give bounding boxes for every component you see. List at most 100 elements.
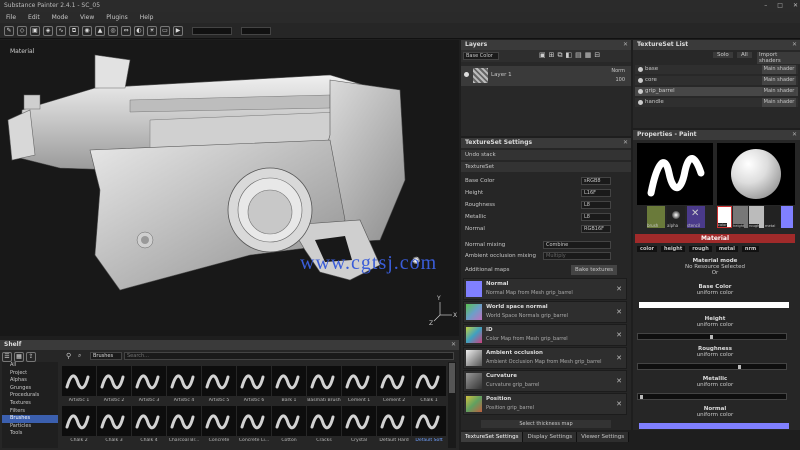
close-button[interactable]: ✕ [793, 0, 798, 12]
projection-icon[interactable]: ▣ [30, 25, 40, 36]
import-shaders-button[interactable]: Import shaders [757, 52, 800, 64]
brush-item[interactable]: Concrete Li... [237, 406, 271, 448]
toolbar-value-field[interactable] [192, 26, 232, 35]
textureset-section[interactable]: TextureSet [461, 162, 631, 172]
category-brushes[interactable]: Brushes [2, 415, 58, 423]
panel-close-icon[interactable]: ✕ [623, 40, 628, 50]
alpha-thumb[interactable]: alpha [667, 206, 685, 228]
layer-tools-icons[interactable]: ▣⊞⧉◧▤▦⊟ [539, 51, 603, 60]
brush-item[interactable]: Basmati Brush [307, 366, 341, 408]
grid-view-icon[interactable]: ▦ [14, 352, 24, 362]
color-thumb[interactable]: color [717, 206, 732, 228]
all-button[interactable]: All [737, 52, 752, 58]
brush-item[interactable]: Artistic 1 [62, 366, 96, 408]
category-filters[interactable]: Filters [2, 408, 58, 416]
bake-textures-button[interactable]: Bake textures [571, 265, 617, 275]
height-slider[interactable] [637, 333, 787, 340]
shader-dropdown[interactable]: Main shader [762, 76, 796, 85]
brush-item[interactable]: Cotton [272, 406, 306, 448]
menu-edit[interactable]: Edit [28, 12, 40, 23]
brush-preview[interactable] [637, 143, 713, 205]
stencil-thumb[interactable]: ✕ stencil [687, 206, 705, 228]
channel-format-dropdown[interactable]: L8 [581, 201, 611, 209]
menu-view[interactable]: View [80, 12, 94, 23]
import-icon[interactable]: ⇪ [26, 352, 36, 362]
menu-plugins[interactable]: Plugins [106, 12, 128, 23]
erase-icon[interactable]: ◇ [17, 25, 27, 36]
category-alphas[interactable]: Alphas [2, 377, 58, 385]
list-view-icon[interactable]: ☰ [2, 352, 12, 362]
brush-item[interactable]: Artistic 5 [202, 366, 236, 408]
ao-mixing-dropdown[interactable]: Multiply [543, 252, 611, 260]
shader-dropdown[interactable]: Main shader [762, 65, 796, 74]
remove-map-icon[interactable]: ✕ [616, 308, 622, 316]
brush-item[interactable]: Bark 1 [272, 366, 306, 408]
map-item-curvature[interactable]: Curvature Curvature grip_barrel ✕ [463, 370, 627, 392]
visibility-icon[interactable] [464, 72, 469, 77]
map-item-id[interactable]: ID Color Map from Mesh grip_barrel ✕ [463, 324, 627, 346]
clone-icon[interactable]: ⧉ [69, 25, 79, 36]
layer-row[interactable]: Layer 1 Norm 100 [461, 66, 631, 86]
panel-close-icon[interactable]: ✕ [792, 40, 797, 50]
brush-item[interactable]: Artistic 6 [237, 366, 271, 408]
remove-map-icon[interactable]: ✕ [616, 354, 622, 362]
category-all[interactable]: All [2, 362, 58, 370]
map-item-normal[interactable]: Normal Normal Map from Mesh grip_barrel ✕ [463, 278, 627, 300]
panel-close-icon[interactable]: ✕ [792, 130, 797, 140]
smudge-icon[interactable]: ∿ [56, 25, 66, 36]
category-particles[interactable]: Particles [2, 423, 58, 431]
solo-button[interactable]: Solo [713, 52, 733, 58]
textureset-row-grip-barrel[interactable]: grip_barrel Main shader [635, 87, 798, 96]
brush-item[interactable]: Default Soft [412, 406, 446, 448]
panel-close-icon[interactable]: ✕ [623, 138, 628, 148]
material-preview[interactable] [717, 143, 795, 205]
category-textures[interactable]: Textures [2, 400, 58, 408]
textureset-row-base[interactable]: base Main shader [635, 65, 798, 74]
metal-thumb[interactable]: metal [765, 206, 780, 228]
map-item-world-space-normal[interactable]: World space normal World Space Normals gr… [463, 301, 627, 323]
panel-close-icon[interactable]: ✕ [451, 340, 456, 350]
remove-map-icon[interactable]: ✕ [616, 400, 622, 408]
shader-dropdown[interactable]: Main shader [762, 87, 796, 96]
toggle-color[interactable]: color [637, 246, 658, 252]
render-icon[interactable]: ▶ [173, 25, 183, 36]
base-color-swatch[interactable] [639, 302, 789, 308]
select-thickness-map-button[interactable]: Select thickness map [481, 420, 611, 428]
toggle-rough[interactable]: rough [689, 246, 712, 252]
brush-item[interactable]: Default Hard [377, 406, 411, 448]
brushes-filter-chip[interactable]: Brushes [90, 352, 122, 360]
shader-dropdown[interactable]: Main shader [762, 98, 796, 107]
channel-dropdown[interactable]: Base Color [463, 52, 499, 60]
map-item-ambient-occlusion[interactable]: Ambient occlusion Ambient Occlusion Map f… [463, 347, 627, 369]
layer-name[interactable]: Layer 1 [491, 72, 512, 78]
category-project[interactable]: Project [2, 370, 58, 378]
material-section-header[interactable]: Material [635, 234, 795, 243]
brush-item[interactable]: Artistic 3 [132, 366, 166, 408]
lighting-icon[interactable]: ☀ [147, 25, 157, 36]
toolbar-slider-field[interactable] [241, 26, 271, 35]
remove-map-icon[interactable]: ✕ [616, 331, 622, 339]
remove-map-icon[interactable]: ✕ [616, 377, 622, 385]
tab-textureset-settings[interactable]: TextureSet Settings [461, 432, 524, 442]
brush-thumb[interactable]: brush [647, 206, 665, 228]
nrm-thumb[interactable] [781, 206, 793, 228]
category-procedurals[interactable]: Procedurals [2, 392, 58, 400]
minimize-button[interactable]: – [764, 0, 767, 12]
shelf-search-input[interactable] [124, 352, 454, 360]
brush-item[interactable]: Concrete [202, 406, 236, 448]
layer-opacity[interactable]: 100 [615, 77, 625, 83]
brush-item[interactable]: Cement 1 [342, 366, 376, 408]
brush-item[interactable]: Chalk 4 [132, 406, 166, 448]
material-picker-icon[interactable]: ◉ [82, 25, 92, 36]
brush-item[interactable]: Artistic 4 [167, 366, 201, 408]
polygon-fill-icon[interactable]: ▲ [95, 25, 105, 36]
brush-item[interactable]: Charcoal Br... [167, 406, 201, 448]
toggle-metal[interactable]: metal [715, 246, 738, 252]
tab-viewer-settings[interactable]: Viewer Settings [577, 432, 630, 442]
menu-file[interactable]: File [6, 12, 16, 23]
channel-format-dropdown[interactable]: sRGB8 [581, 177, 611, 185]
shelf-scrollbar[interactable] [448, 362, 456, 448]
menu-mode[interactable]: Mode [52, 12, 68, 23]
gun-model[interactable]: ✺ Y X Z [0, 40, 459, 336]
brush-item[interactable]: Chalk 2 [62, 406, 96, 448]
